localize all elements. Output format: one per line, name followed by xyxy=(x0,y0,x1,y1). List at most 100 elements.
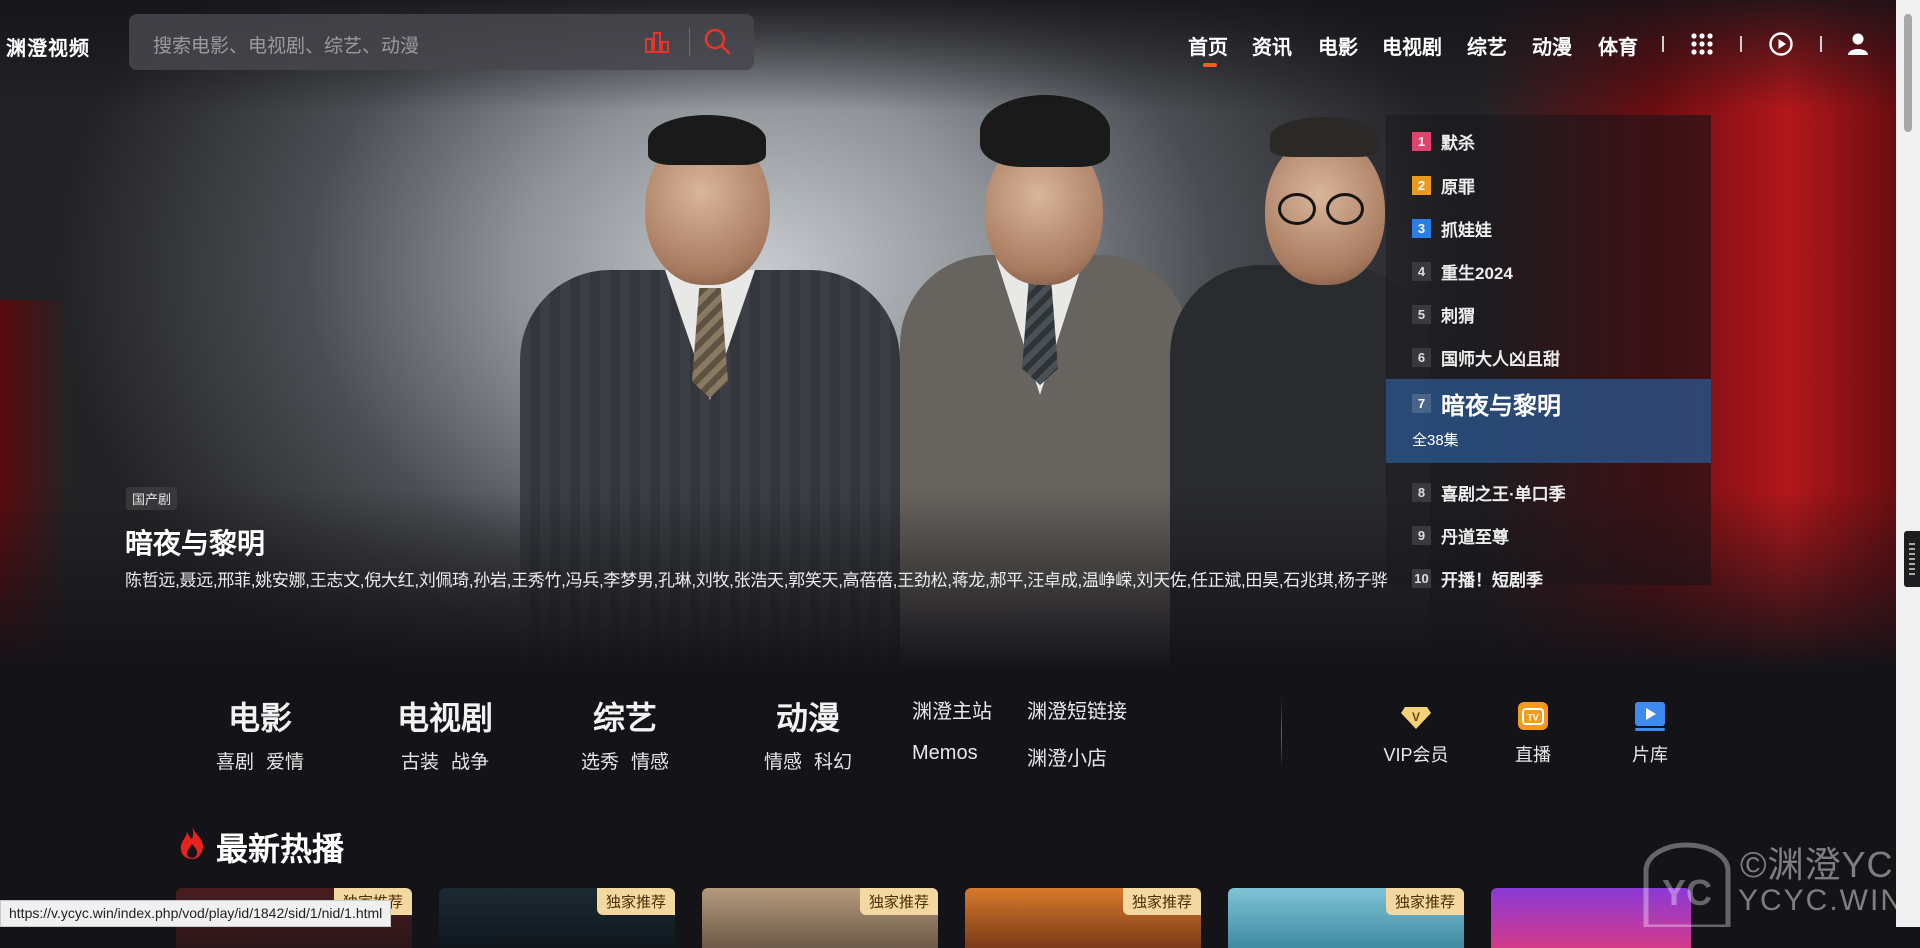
rank-title[interactable]: 抓娃娃 xyxy=(1441,216,1492,241)
nav-news[interactable]: 资讯 xyxy=(1252,31,1292,60)
category-sub[interactable]: 爱情 xyxy=(266,752,304,773)
quick-label: 直播 xyxy=(1515,745,1551,765)
link-memos[interactable]: Memos xyxy=(912,742,978,765)
side-drawer-handle[interactable] xyxy=(1904,531,1920,587)
rank-item[interactable]: 4 重生2024 xyxy=(1412,259,1513,283)
nav-separator xyxy=(1820,36,1822,52)
nav-separator xyxy=(1662,36,1664,52)
library-icon xyxy=(1635,702,1665,731)
rank-item[interactable]: 1 默杀 xyxy=(1412,129,1475,153)
rank-number: 10 xyxy=(1412,568,1431,588)
quick-live[interactable]: TV 直播 xyxy=(1493,699,1573,767)
rank-item-row: 7 暗夜与黎明 xyxy=(1412,386,1561,421)
search-icon[interactable] xyxy=(702,26,732,56)
hero-title[interactable]: 暗夜与黎明 xyxy=(125,522,265,562)
card-badge: 独家推荐 xyxy=(596,888,675,915)
rank-item-active[interactable]: 7 暗夜与黎明 全38集 xyxy=(1386,379,1711,463)
grid-menu-icon[interactable] xyxy=(1690,32,1714,56)
ranking-icon[interactable] xyxy=(644,29,670,55)
category-sub[interactable]: 战争 xyxy=(451,752,489,773)
hero-cast: 陈哲远,聂远,邢菲,姚安娜,王志文,倪大红,刘佩琦,孙岩,王秀竹,冯兵,李梦男,… xyxy=(125,571,1388,590)
row-divider xyxy=(1281,698,1282,770)
rank-item[interactable]: 8 喜剧之王·单口季 xyxy=(1412,480,1566,504)
rank-item[interactable]: 2 原罪 xyxy=(1412,173,1475,197)
nav-anime[interactable]: 动漫 xyxy=(1532,31,1572,60)
rank-number: 5 xyxy=(1412,304,1431,324)
nav-sports[interactable]: 体育 xyxy=(1598,31,1638,60)
category-tv[interactable]: 电视剧 古装 战争 xyxy=(380,693,510,774)
browser-status-url: https://v.ycyc.win/index.php/vod/play/id… xyxy=(0,900,392,927)
category-title[interactable]: 电影 xyxy=(200,693,320,739)
nav-movie[interactable]: 电影 xyxy=(1318,31,1358,60)
rank-item[interactable]: 5 刺猬 xyxy=(1412,302,1475,326)
category-sub[interactable]: 选秀 xyxy=(581,752,619,773)
nav-home[interactable]: 首页 xyxy=(1188,31,1228,60)
rank-item[interactable]: 9 丹道至尊 xyxy=(1412,523,1509,547)
link-main-site[interactable]: 渊澄主站 xyxy=(912,695,992,724)
rank-title[interactable]: 刺猬 xyxy=(1441,302,1475,327)
video-card[interactable] xyxy=(1491,888,1691,948)
watermark-text: ©渊澄YC xyxy=(1740,844,1894,885)
card-badge: 独家推荐 xyxy=(1122,888,1201,915)
category-sub[interactable]: 情感 xyxy=(764,752,802,773)
rank-title[interactable]: 默杀 xyxy=(1441,129,1475,154)
section-title: 最新热播 xyxy=(216,831,345,867)
svg-text:TV: TV xyxy=(1527,713,1539,723)
rank-number: 1 xyxy=(1412,131,1431,151)
category-variety[interactable]: 综艺 选秀 情感 xyxy=(565,693,685,774)
quick-label: VIP会员 xyxy=(1383,745,1449,765)
nav-variety[interactable]: 综艺 xyxy=(1467,31,1507,60)
quick-vip[interactable]: V VIP会员 xyxy=(1376,699,1456,767)
card-badge: 独家推荐 xyxy=(859,888,938,915)
search-input[interactable]: 搜索电影、电视剧、综艺、动漫 xyxy=(153,31,419,58)
rank-number: 9 xyxy=(1412,525,1431,545)
category-sub[interactable]: 科幻 xyxy=(814,752,852,773)
category-title[interactable]: 综艺 xyxy=(565,693,685,739)
rank-item[interactable]: 10 开播！短剧季 xyxy=(1412,566,1543,590)
play-history-icon[interactable] xyxy=(1768,31,1794,57)
rank-title[interactable]: 暗夜与黎明 xyxy=(1441,386,1561,421)
nav-active-indicator xyxy=(1203,63,1217,67)
video-card[interactable]: 独家推荐 xyxy=(965,888,1201,948)
top-navigation: 渊澄视频 搜索电影、电视剧、综艺、动漫 首页 资讯 电影 电视剧 综艺 动漫 体… xyxy=(0,0,1920,86)
video-card[interactable]: 独家推荐 xyxy=(439,888,675,948)
quick-library[interactable]: 片库 xyxy=(1610,699,1690,767)
rank-title[interactable]: 开播！短剧季 xyxy=(1441,566,1543,591)
page-scrollbar[interactable] xyxy=(1896,0,1920,927)
rank-item[interactable]: 3 抓娃娃 xyxy=(1412,216,1492,240)
site-logo[interactable]: 渊澄视频 xyxy=(6,32,90,61)
fire-icon xyxy=(180,826,204,859)
rank-title[interactable]: 国师大人凶且甜 xyxy=(1441,345,1560,370)
search-box[interactable]: 搜索电影、电视剧、综艺、动漫 xyxy=(129,14,754,70)
rank-number: 7 xyxy=(1412,393,1431,413)
category-title[interactable]: 电视剧 xyxy=(380,693,510,739)
category-movie[interactable]: 电影 喜剧 爱情 xyxy=(200,693,320,774)
category-anime[interactable]: 动漫 情感 科幻 xyxy=(748,693,868,774)
link-shop[interactable]: 渊澄小店 xyxy=(1027,742,1107,771)
category-sub[interactable]: 喜剧 xyxy=(216,752,254,773)
video-card[interactable]: 独家推荐 xyxy=(702,888,938,948)
vip-icon: V xyxy=(1401,707,1431,729)
search-divider xyxy=(689,28,690,56)
nav-tv[interactable]: 电视剧 xyxy=(1382,31,1442,60)
category-sub[interactable]: 情感 xyxy=(631,752,669,773)
category-sub[interactable]: 古装 xyxy=(401,752,439,773)
rank-number: 4 xyxy=(1412,261,1431,281)
rank-title[interactable]: 重生2024 xyxy=(1441,259,1513,284)
watermark-domain: YCYC.WIN xyxy=(1738,884,1904,917)
rank-title[interactable]: 喜剧之王·单口季 xyxy=(1441,480,1566,505)
hot-rank-list: 1 默杀 2 原罪 3 抓娃娃 4 重生2024 5 刺猬 6 国师大人凶且甜 7 暗夜与黎明 全38集 8 喜… xyxy=(1386,115,1711,590)
user-icon[interactable] xyxy=(1846,32,1870,56)
rank-title[interactable]: 原罪 xyxy=(1441,173,1475,198)
category-title[interactable]: 动漫 xyxy=(748,693,868,739)
rank-item[interactable]: 6 国师大人凶且甜 xyxy=(1412,345,1560,369)
hero-category-tag: 国产剧 xyxy=(126,487,178,510)
nav-separator xyxy=(1740,36,1742,52)
video-card[interactable]: 独家推荐 xyxy=(1228,888,1464,948)
scrollbar-thumb[interactable] xyxy=(1904,14,1912,132)
rank-title[interactable]: 丹道至尊 xyxy=(1441,523,1509,548)
link-short-url[interactable]: 渊澄短链接 xyxy=(1027,695,1127,724)
rank-number: 3 xyxy=(1412,218,1431,238)
quick-label: 片库 xyxy=(1632,745,1668,765)
rank-number: 2 xyxy=(1412,175,1431,195)
